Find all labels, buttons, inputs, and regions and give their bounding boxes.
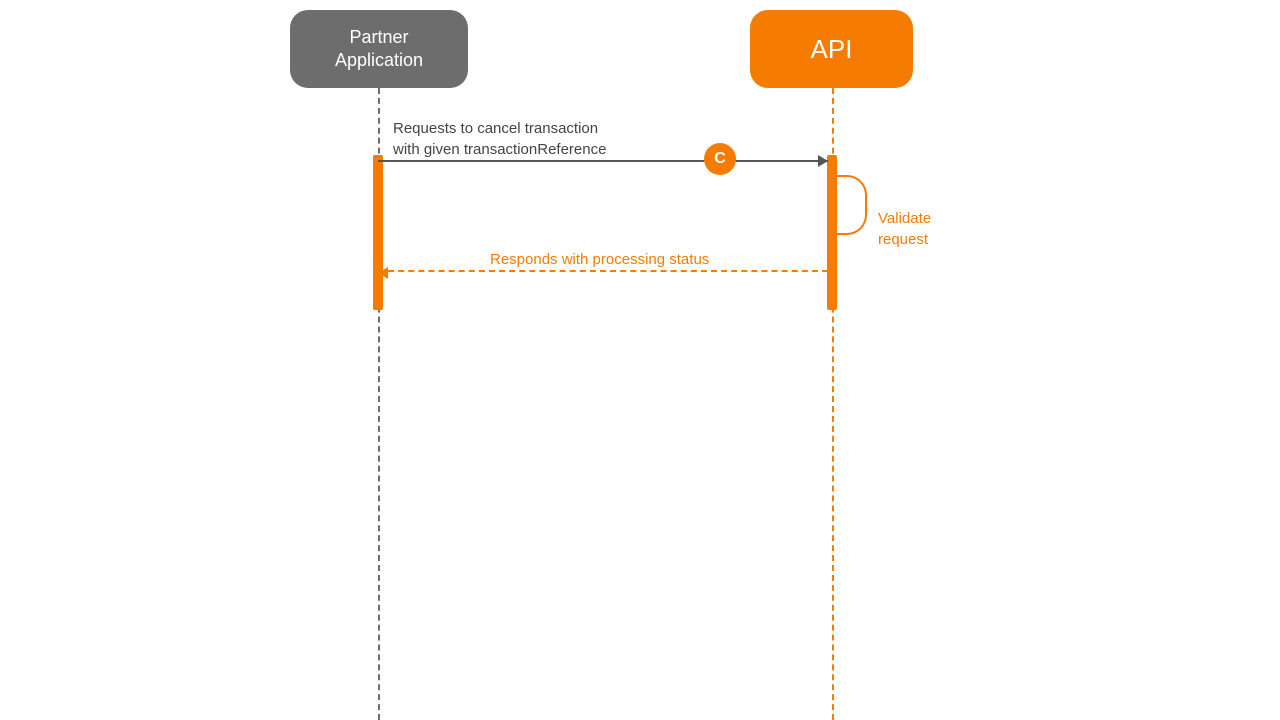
request-arrow [378,160,828,162]
actor-api-label: API [811,34,853,65]
actor-api: API [750,10,913,88]
activation-bar-partner [373,155,383,310]
actor-partner-label: Partner Application [335,26,423,73]
sequence-diagram: Partner Application API C Requests to ca… [0,0,1280,720]
activation-bar-api [827,155,837,310]
response-label: Responds with processing status [490,249,709,270]
response-arrow [378,270,828,272]
request-label: Requests to cancel transaction with give… [393,118,606,160]
self-loop-api [837,175,867,235]
validate-label: Validate request [878,208,931,250]
badge-c: C [704,143,736,175]
actor-partner: Partner Application [290,10,468,88]
